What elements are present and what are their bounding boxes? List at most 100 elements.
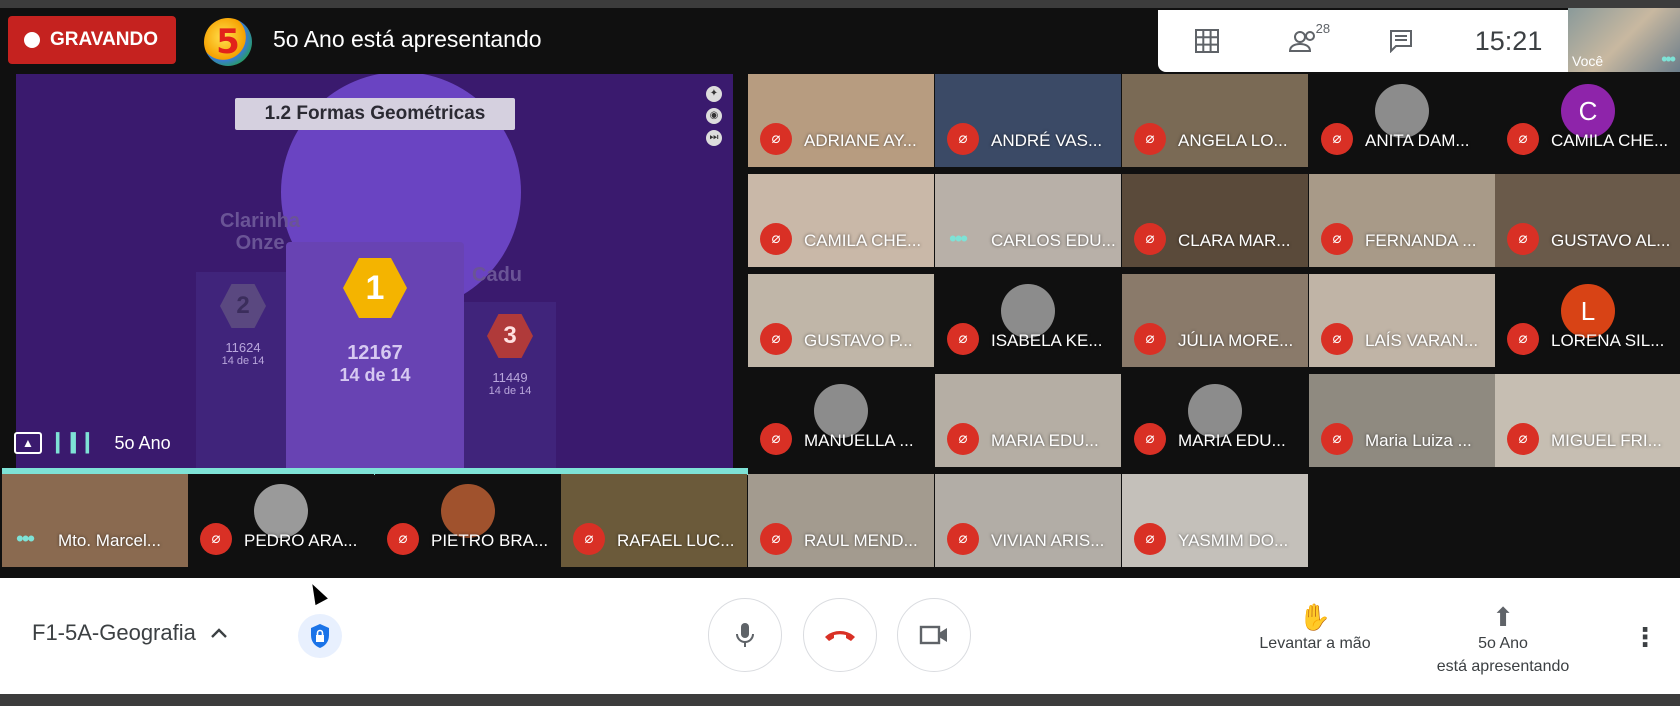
participant-tile[interactable]: ⌀ CLARA MAR... — [1122, 174, 1308, 267]
participant-name: FERNANDA ... — [1365, 231, 1477, 250]
participant-name: RAFAEL LUC... — [617, 531, 735, 550]
participant-name: ANGELA LO... — [1178, 131, 1288, 150]
mic-off-icon: ⌀ — [760, 423, 792, 455]
participant-tile[interactable]: ⌀ ANDRÉ VAS... — [935, 74, 1121, 167]
participant-name: ISABELA KE... — [991, 331, 1103, 350]
clock: 15:21 — [1474, 25, 1543, 56]
participant-name: LORENA SIL... — [1551, 331, 1665, 350]
audio-dots-icon: ••• — [16, 526, 35, 551]
second-score: 11624 — [225, 340, 261, 355]
participant-tile[interactable]: ⌀ CAMILA CHE... — [748, 174, 934, 267]
participant-tile[interactable]: ⌀ MANUELLA ... — [748, 374, 934, 467]
participant-name: LAÍS VARAN... — [1365, 331, 1479, 350]
mic-button[interactable] — [708, 598, 782, 672]
mic-off-icon: ⌀ — [947, 323, 979, 355]
participant-tile[interactable]: ⌀ ANITA DAM... — [1309, 74, 1495, 167]
participant-tile[interactable]: ⌀ YASMIM DO... — [1122, 474, 1308, 567]
third-detail: 14 de 14 — [488, 385, 532, 397]
participant-tile[interactable]: ⌀ MARIA EDU... — [935, 374, 1121, 467]
slide-volume-icon[interactable]: ◉ — [706, 108, 722, 124]
record-dot-icon — [24, 32, 40, 48]
second-detail: 14 de 14 — [221, 355, 265, 367]
participant-tile[interactable]: ⌀ ADRIANE AY... — [748, 74, 934, 167]
mic-off-icon: ⌀ — [1321, 123, 1353, 155]
participant-tile[interactable]: ⌀ PEDRO ARA... — [188, 474, 374, 567]
recording-label: GRAVANDO — [50, 29, 159, 50]
avatar — [1188, 384, 1242, 438]
participant-tile-teacher[interactable]: ••• Mto. Marcel... — [2, 474, 188, 567]
participants-button[interactable]: 28 — [1255, 21, 1352, 53]
meeting-name: F1-5A-Geografia — [32, 620, 196, 645]
first-detail: 14 de 14 — [339, 365, 411, 385]
avatar — [441, 484, 495, 538]
audio-wave-icon: ▎▍▎ — [56, 432, 101, 453]
participant-name: PEDRO ARA... — [244, 531, 358, 550]
participant-tile[interactable]: ⌀ PIETRO BRA... — [375, 474, 561, 567]
shield-lock-icon[interactable] — [298, 614, 342, 658]
avatar — [254, 484, 308, 538]
participant-tile[interactable]: L ⌀ LORENA SIL... — [1495, 274, 1680, 367]
mic-off-icon: ⌀ — [1134, 423, 1166, 455]
mic-off-icon: ⌀ — [1134, 323, 1166, 355]
more-vert-icon[interactable]: ⋮ — [1632, 622, 1658, 653]
mic-off-icon: ⌀ — [760, 323, 792, 355]
participant-tile[interactable]: ⌀ ANGELA LO... — [1122, 74, 1308, 167]
participant-name: GUSTAVO P... — [804, 331, 913, 350]
participant-tile[interactable]: ⌀ RAFAEL LUC... — [561, 474, 747, 567]
mic-off-icon: ⌀ — [947, 123, 979, 155]
mic-off-icon: ⌀ — [1134, 523, 1166, 555]
participant-name: MANUELLA ... — [804, 431, 914, 450]
present-now-button[interactable]: ⬆ 5o Ano está apresentando — [1420, 602, 1586, 678]
participant-tile[interactable]: ⌀ MARIA EDU... — [1122, 374, 1308, 467]
slide-title: 1.2 Formas Geométricas — [235, 98, 515, 130]
participant-tile[interactable]: ⌀ LAÍS VARAN... — [1309, 274, 1495, 367]
participant-tile[interactable]: ⌀ GUSTAVO AL... — [1495, 174, 1680, 267]
participant-name: CAMILA CHE... — [1551, 131, 1669, 150]
participant-tile[interactable]: ⌀ VIVIAN ARIS... — [935, 474, 1121, 567]
avatar — [1001, 284, 1055, 338]
self-view[interactable]: Você ••• — [1568, 8, 1680, 72]
mic-off-icon: ⌀ — [573, 523, 605, 555]
third-place-name: Cadu — [472, 264, 522, 286]
camera-button[interactable] — [897, 598, 971, 672]
participant-tile[interactable]: ⌀ Maria Luiza ... — [1309, 374, 1495, 467]
window-top-strip — [0, 0, 1680, 8]
mic-off-icon: ⌀ — [947, 423, 979, 455]
raise-hand-button[interactable]: ✋ Levantar a mão — [1250, 602, 1380, 655]
participant-name: CARLOS EDU... — [991, 231, 1116, 250]
present-screen-icon: ▲ — [14, 432, 42, 454]
meeting-details-button[interactable]: F1-5A-Geografia — [32, 620, 228, 646]
participant-tile[interactable]: ⌀ ISABELA KE... — [935, 274, 1121, 367]
participant-tile[interactable]: ⌀ RAUL MEND... — [748, 474, 934, 567]
presenter-label: 5o Ano — [114, 432, 171, 453]
presenting-title: 5o Ano está apresentando — [273, 26, 542, 52]
participant-tile[interactable]: C ⌀ CAMILA CHE... — [1495, 74, 1680, 167]
mic-off-icon: ⌀ — [760, 223, 792, 255]
mic-off-icon: ⌀ — [387, 523, 419, 555]
slide-skip-icon[interactable]: ⏭ — [706, 130, 722, 146]
layout-grid-button[interactable] — [1158, 28, 1255, 54]
participant-name: ANDRÉ VAS... — [991, 131, 1103, 150]
medal-third: 3 — [487, 314, 533, 358]
mic-off-icon: ⌀ — [760, 123, 792, 155]
participant-name: CAMILA CHE... — [804, 231, 922, 250]
participant-tile[interactable]: ⌀ GUSTAVO P... — [748, 274, 934, 367]
chat-button[interactable] — [1352, 29, 1449, 53]
mic-off-icon: ⌀ — [760, 523, 792, 555]
mic-icon — [736, 623, 754, 647]
presenter-bar: ▲ ▎▍▎ 5o Ano — [14, 420, 714, 466]
participant-name: GUSTAVO AL... — [1551, 231, 1671, 250]
hangup-button[interactable] — [803, 598, 877, 672]
presentation-view[interactable]: 1.2 Formas Geométricas Clarinha Onze Cad… — [16, 74, 733, 470]
shield-svg — [311, 624, 329, 648]
present-icon: ⬆ — [1492, 602, 1514, 632]
window-bottom-strip — [0, 694, 1680, 706]
medal-first: 1 — [343, 258, 407, 318]
avatar — [1375, 84, 1429, 138]
participant-tile[interactable]: ⌀ FERNANDA ... — [1309, 174, 1495, 267]
third-score: 11449 — [492, 370, 528, 385]
slide-settings-icon[interactable]: ✦ — [706, 86, 722, 102]
participant-tile[interactable]: ⌀ JÚLIA MORE... — [1122, 274, 1308, 367]
participant-tile[interactable]: ••• CARLOS EDU... — [935, 174, 1121, 267]
participant-tile[interactable]: ⌀ MIGUEL FRI... — [1495, 374, 1680, 467]
